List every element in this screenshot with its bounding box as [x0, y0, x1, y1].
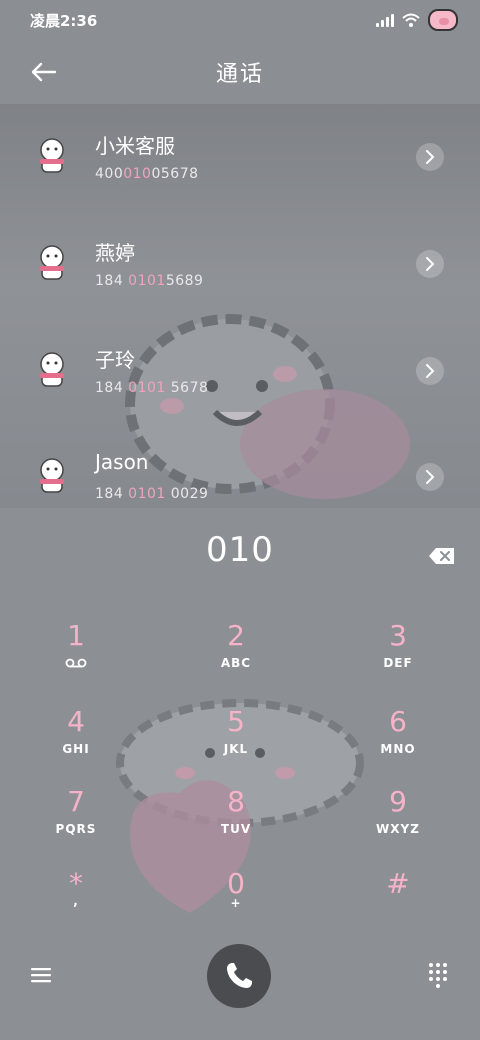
key-digit: 2	[227, 619, 245, 652]
key-3[interactable]: 3 DEF	[338, 620, 458, 694]
phone-icon	[227, 963, 252, 988]
header: 通话	[0, 40, 480, 104]
key-9[interactable]: 9 WXYZ	[338, 786, 458, 860]
status-time: 凌晨2:36	[30, 11, 98, 30]
key-0[interactable]: 0 +	[176, 868, 296, 942]
key-1[interactable]: 1	[16, 620, 136, 694]
contact-avatar-icon	[40, 138, 64, 173]
pig-battery-icon	[428, 9, 458, 31]
key-digit: 3	[389, 619, 407, 652]
key-letters: MNO	[380, 742, 416, 756]
contact-name: 子玲	[95, 348, 135, 372]
key-digit: #	[386, 867, 410, 900]
chevron-right-icon	[426, 150, 435, 164]
status-icons	[376, 9, 458, 31]
page-title: 通话	[215, 62, 264, 87]
chevron-right-icon	[426, 470, 435, 484]
contact-detail-button[interactable]	[416, 357, 444, 385]
signal-icon	[376, 13, 394, 27]
key-digit: 8	[227, 785, 245, 818]
contact-detail-button[interactable]	[416, 143, 444, 171]
key-5[interactable]: 5 JKL	[176, 706, 296, 780]
key-digit: 7	[67, 785, 85, 818]
key-6[interactable]: 6 MNO	[338, 706, 458, 780]
key-digit: 6	[389, 705, 407, 738]
contact-detail-button[interactable]	[416, 250, 444, 278]
key-letters: ABC	[220, 656, 252, 670]
contact-item[interactable]: Jason 184 0101 0029	[0, 424, 480, 508]
key-letters: GHI	[62, 742, 90, 756]
chevron-right-icon	[426, 257, 435, 271]
key-letters: PQRS	[55, 822, 97, 836]
contact-name: Jason	[95, 450, 149, 474]
contact-item[interactable]: 小米客服 40001005678	[0, 104, 480, 210]
contact-avatar-icon	[40, 245, 64, 280]
key-digit: 1	[67, 619, 85, 652]
contact-detail-button[interactable]	[416, 463, 444, 491]
key-8[interactable]: 8 TUV	[176, 786, 296, 860]
key-letters: +	[230, 896, 242, 910]
contact-number: 184 0101 5678	[95, 380, 209, 396]
dialpad-icon[interactable]	[428, 962, 448, 988]
wifi-icon	[402, 13, 420, 27]
key-digit: 4	[67, 705, 85, 738]
contact-number: 184 0101 0029	[95, 486, 209, 502]
contact-number: 184 01015689	[95, 273, 204, 289]
contact-item[interactable]: 子玲 184 0101 5678	[0, 318, 480, 424]
contact-name: 小米客服	[95, 134, 175, 158]
key-star[interactable]: * ,	[16, 868, 136, 942]
key-2[interactable]: 2 ABC	[176, 620, 296, 694]
chevron-right-icon	[426, 364, 435, 378]
key-7[interactable]: 7 PQRS	[16, 786, 136, 860]
key-letters: WXYZ	[376, 822, 420, 836]
contact-name: 燕婷	[95, 241, 135, 265]
key-digit: 5	[227, 705, 245, 738]
back-arrow-icon	[31, 62, 57, 82]
key-4[interactable]: 4 GHI	[16, 706, 136, 780]
back-button[interactable]	[28, 56, 60, 88]
menu-icon[interactable]	[30, 966, 52, 984]
dialed-number[interactable]: 010	[0, 530, 480, 570]
call-button[interactable]	[207, 944, 271, 1008]
contact-number: 40001005678	[95, 166, 199, 182]
key-letters: DEF	[383, 656, 413, 670]
contact-results-list[interactable]: 小米客服 40001005678 燕婷 184 01015689 子玲 184 …	[0, 104, 480, 508]
voicemail-icon	[65, 658, 87, 668]
key-letters: JKL	[223, 742, 249, 756]
key-digit: 9	[389, 785, 407, 818]
dialer-panel: 010 1 2 ABC 3 DEF 4 GHI 5 JKL 6 MNO 7 PQ…	[0, 508, 480, 1040]
key-letters: ,	[73, 894, 79, 908]
contact-avatar-icon	[40, 458, 64, 493]
key-hash[interactable]: #	[338, 868, 458, 942]
contact-avatar-icon	[40, 352, 64, 387]
key-letters: TUV	[220, 822, 252, 836]
backspace-icon[interactable]	[428, 546, 456, 566]
contact-item[interactable]: 燕婷 184 01015689	[0, 211, 480, 317]
status-bar: 凌晨2:36	[0, 0, 480, 40]
